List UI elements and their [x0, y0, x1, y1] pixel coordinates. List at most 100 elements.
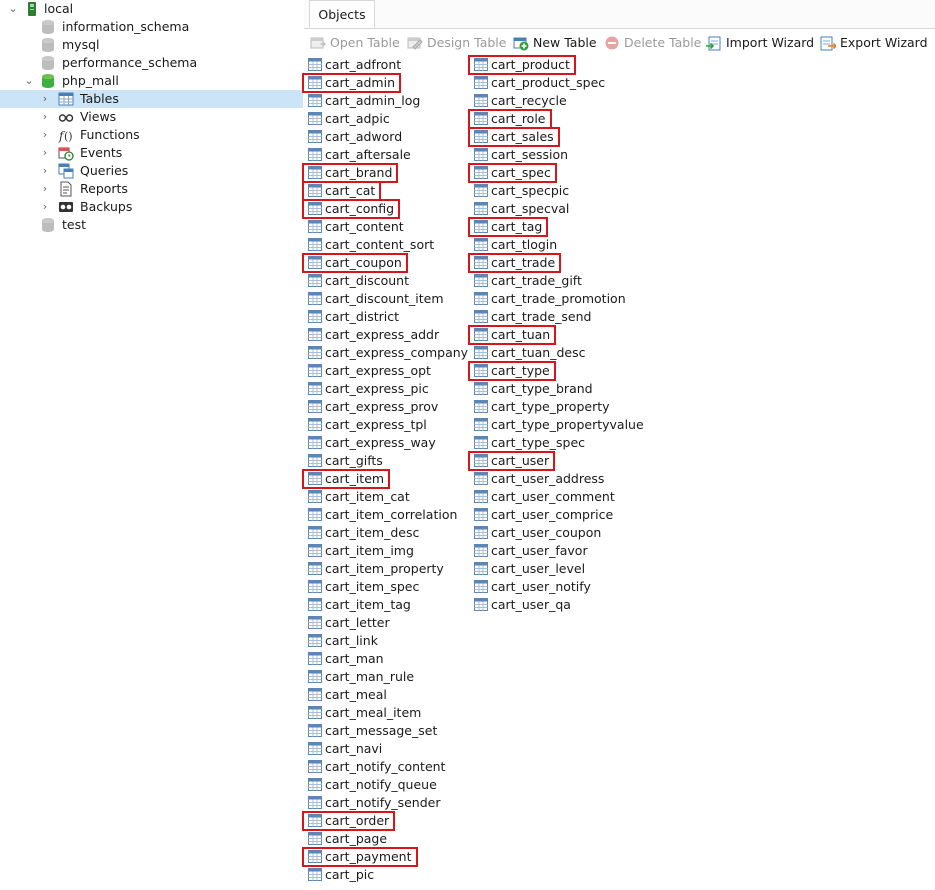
- tree-node-connection[interactable]: ⌄ local: [0, 0, 303, 18]
- chevron-right-icon[interactable]: ›: [40, 162, 50, 180]
- tree-node-tables[interactable]: › Tables: [0, 90, 303, 108]
- tree-node-database[interactable]: performance_schema: [0, 54, 303, 72]
- open-table-icon: [310, 37, 326, 49]
- table-icon: [474, 310, 488, 323]
- table-name: cart_type_propertyvalue: [491, 417, 644, 432]
- tree-node-database[interactable]: information_schema: [0, 18, 303, 36]
- table-name: cart_tuan: [491, 327, 551, 342]
- database-icon: [42, 74, 54, 88]
- table-name: cart_letter: [325, 615, 390, 630]
- tree-node-database[interactable]: test: [0, 216, 303, 234]
- tab-objects[interactable]: Objects: [309, 0, 375, 28]
- table-icon: [308, 184, 322, 197]
- tree-label: Events: [80, 145, 123, 160]
- table-name: cart_admin: [325, 75, 395, 90]
- table-icon: [308, 616, 322, 629]
- table-name: cart_pic: [325, 867, 375, 882]
- table-name: cart_aftersale: [325, 147, 411, 162]
- table-icon: [308, 382, 322, 395]
- table-icon: [308, 94, 322, 107]
- table-name: cart_tlogin: [491, 237, 558, 252]
- tree-label: php_mall: [62, 73, 119, 88]
- table-name: cart_cat: [325, 183, 376, 198]
- table-icon: [474, 490, 488, 503]
- table-icon: [308, 562, 322, 575]
- table-icon: [308, 850, 322, 863]
- table-name: cart_type_spec: [491, 435, 586, 450]
- tab-bar: Objects: [304, 0, 935, 29]
- table-icon: [474, 58, 488, 71]
- table-name: cart_item_cat: [325, 489, 410, 504]
- table-icon: [308, 796, 322, 809]
- table-name: cart_specval: [491, 201, 570, 216]
- table-icon: [308, 220, 322, 233]
- table-icon: [474, 202, 488, 215]
- chevron-right-icon[interactable]: ›: [40, 108, 50, 126]
- table-icon: [308, 400, 322, 413]
- chevron-down-icon[interactable]: ⌄: [24, 72, 34, 90]
- table-name: cart_product_spec: [491, 75, 606, 90]
- table-name: cart_notify_queue: [325, 777, 437, 792]
- table-name: cart_trade_promotion: [491, 291, 626, 306]
- tree-node-database-active[interactable]: ⌄ php_mall: [0, 72, 303, 90]
- table-name: cart_recycle: [491, 93, 567, 108]
- table-icon: [308, 256, 322, 269]
- tree-label: test: [62, 217, 87, 232]
- table-name: cart_discount: [325, 273, 410, 288]
- table-name: cart_express_pic: [325, 381, 429, 396]
- connection-icon: [28, 2, 36, 16]
- design-table-icon: [407, 37, 423, 50]
- table-name: cart_discount_item: [325, 291, 444, 306]
- tree-node-queries[interactable]: › Queries: [0, 162, 303, 180]
- table-name: cart_coupon: [325, 255, 402, 270]
- chevron-down-icon[interactable]: ⌄: [8, 0, 18, 18]
- table-icon: [308, 364, 322, 377]
- tree-node-backups[interactable]: › Backups: [0, 198, 303, 216]
- tree-node-database[interactable]: mysql: [0, 36, 303, 54]
- table-icon: [474, 112, 488, 125]
- table-icon: [308, 328, 322, 341]
- import-wizard-label: Import Wizard: [726, 35, 815, 50]
- table-name: cart_tag: [491, 219, 543, 234]
- table-name: cart_sales: [491, 129, 554, 144]
- table-name: cart_product: [491, 57, 570, 72]
- table-icon: [474, 346, 488, 359]
- table-name: cart_specpic: [491, 183, 570, 198]
- table-name: cart_meal: [325, 687, 387, 702]
- table-icon: [308, 706, 322, 719]
- table-name: cart_content: [325, 219, 404, 234]
- svg-text:(): (): [64, 130, 73, 143]
- table-icon: [308, 292, 322, 305]
- chevron-right-icon[interactable]: ›: [40, 126, 50, 144]
- table-icon: [308, 508, 322, 521]
- table-icon: [308, 130, 322, 143]
- chevron-right-icon[interactable]: ›: [40, 144, 50, 162]
- table-name: cart_express_opt: [325, 363, 431, 378]
- table-icon: [474, 274, 488, 287]
- table-icon: [474, 526, 488, 539]
- table-name: cart_item_correlation: [325, 507, 458, 522]
- table-name: cart_user_address: [491, 471, 605, 486]
- table-icon: [474, 436, 488, 449]
- export-wizard-label: Export Wizard: [840, 35, 928, 50]
- table-icon: [474, 220, 488, 233]
- chevron-right-icon[interactable]: ›: [40, 180, 50, 198]
- tree-node-views[interactable]: › Views: [0, 108, 303, 126]
- table-name: cart_user_qa: [491, 597, 571, 612]
- tree-node-functions[interactable]: › f () Functions: [0, 126, 303, 144]
- table-name: cart_man: [325, 651, 384, 666]
- tree-node-reports[interactable]: › Reports: [0, 180, 303, 198]
- table-name: cart_page: [325, 831, 388, 846]
- table-name: cart_admin_log: [325, 93, 421, 108]
- table-icon: [474, 94, 488, 107]
- chevron-right-icon[interactable]: ›: [40, 198, 50, 216]
- table-name: cart_express_prov: [325, 399, 439, 414]
- table-name: cart_type_brand: [491, 381, 593, 396]
- table-name: cart_adfront: [325, 57, 402, 72]
- table-icon: [58, 92, 74, 106]
- query-icon: [58, 163, 74, 179]
- chevron-right-icon[interactable]: ›: [40, 90, 50, 108]
- table-icon: [474, 418, 488, 431]
- tree-node-events[interactable]: › Events: [0, 144, 303, 162]
- table-icon: [308, 76, 322, 89]
